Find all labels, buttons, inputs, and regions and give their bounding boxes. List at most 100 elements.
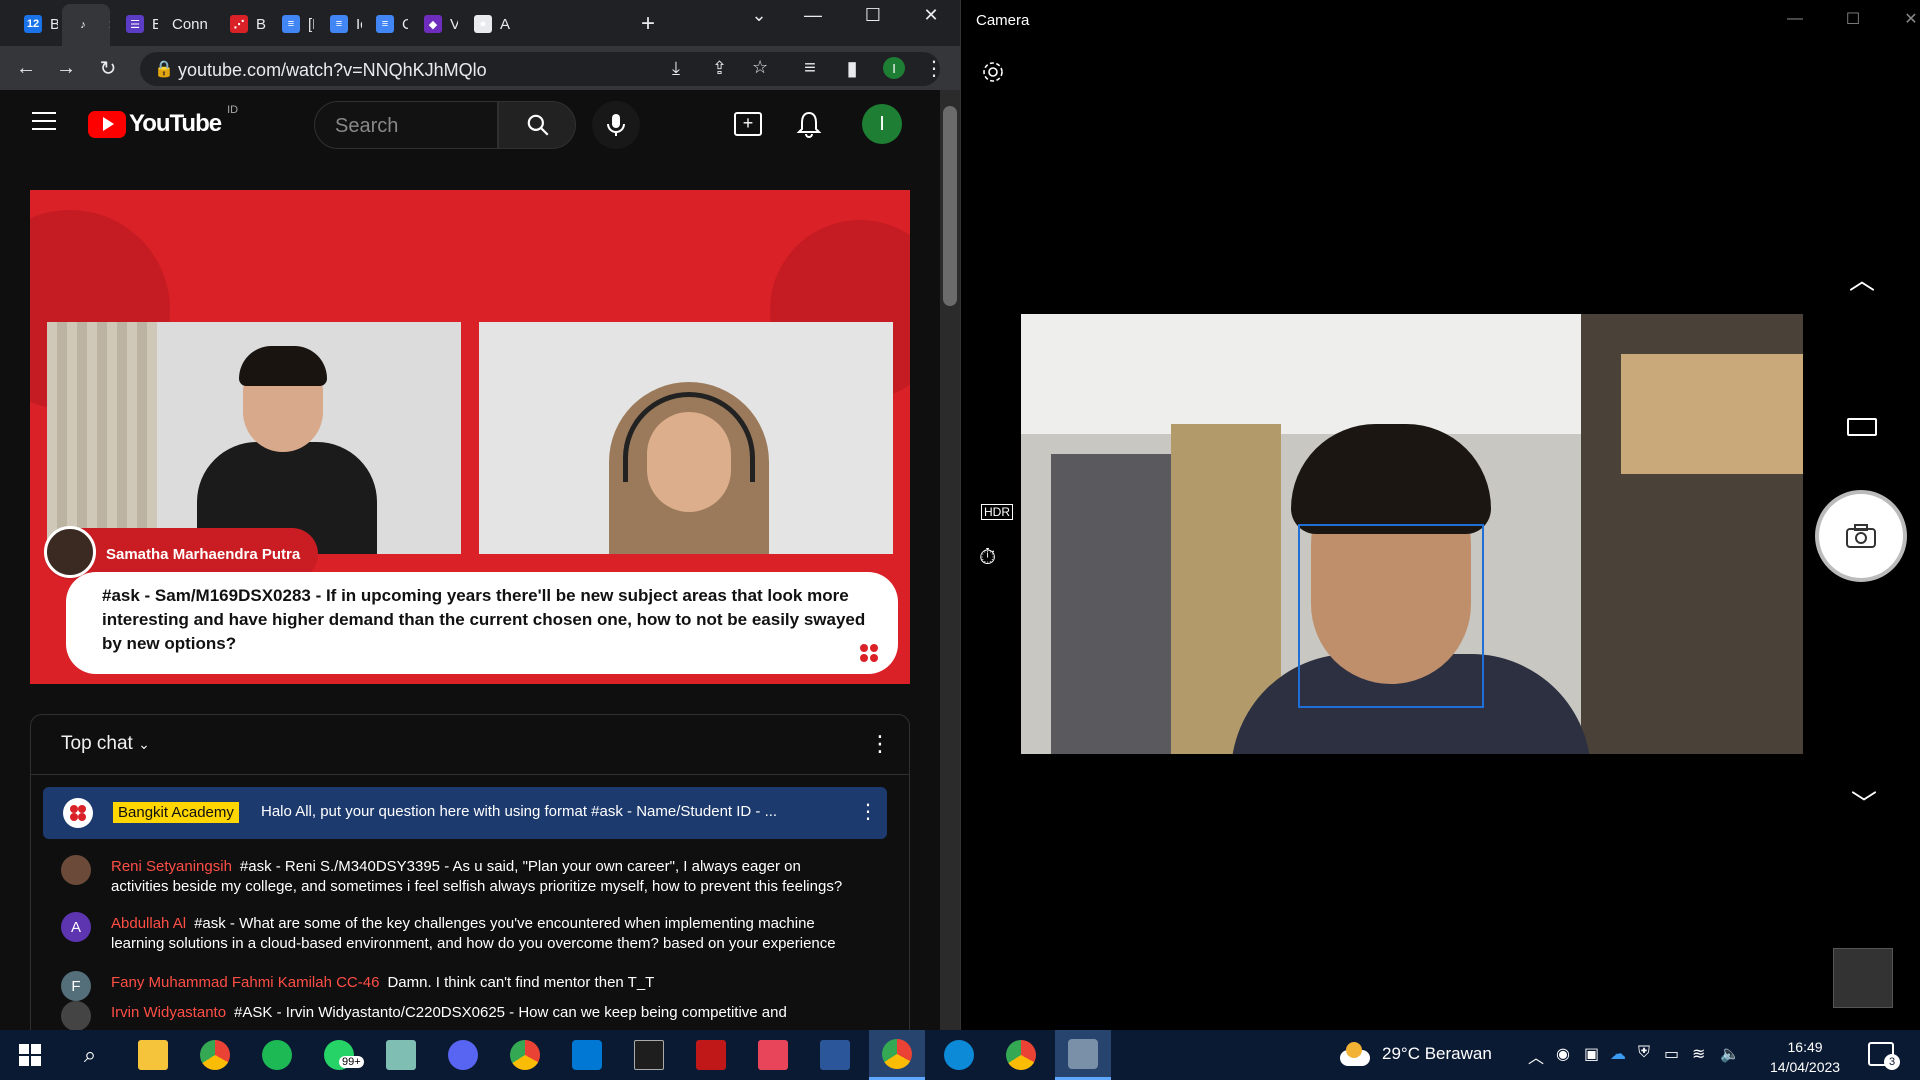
chat-author-name[interactable]: Abdullah Al: [111, 915, 186, 932]
take-photo-button[interactable]: [1815, 490, 1907, 582]
chrome-second-profile-app[interactable]: [993, 1030, 1049, 1080]
volume-icon[interactable]: 🔈: [1720, 1044, 1740, 1064]
camera-close-button[interactable]: ✕: [1891, 8, 1920, 30]
camera-app[interactable]: [1055, 1030, 1111, 1080]
chat-author-avatar[interactable]: A: [61, 912, 91, 942]
voice-search-button[interactable]: [592, 101, 640, 149]
battery-icon[interactable]: ▭: [1664, 1044, 1679, 1064]
profile-avatar[interactable]: I: [880, 54, 908, 82]
tab-favicon-icon: ≡: [330, 15, 348, 33]
chat-message[interactable]: Reni Setyaningsih #ask - Reni S./M340DSY3…: [111, 857, 851, 897]
youtube-logo[interactable]: YouTube ID: [88, 104, 238, 138]
onedrive-icon[interactable]: ☁: [1610, 1044, 1626, 1064]
browser-tab[interactable]: ⋰ B: [218, 6, 266, 42]
browser-tab[interactable]: ◆ V: [412, 6, 458, 42]
scrollbar-thumb[interactable]: [943, 106, 957, 306]
browser-tab[interactable]: ☰ B: [114, 6, 158, 42]
search-input[interactable]: Search: [314, 101, 498, 149]
tab-close-icon[interactable]: ✕: [108, 18, 110, 32]
install-icon[interactable]: ⤓: [672, 58, 680, 79]
snipping-tool-app[interactable]: [745, 1030, 801, 1080]
maximize-button[interactable]: ☐: [850, 0, 896, 30]
reload-icon[interactable]: ↻: [94, 54, 122, 82]
chat-author-avatar[interactable]: [61, 1001, 91, 1030]
record-icon[interactable]: ◉: [1556, 1044, 1570, 1064]
chrome-active-app[interactable]: [869, 1030, 925, 1080]
chrome-app[interactable]: [187, 1030, 243, 1080]
chevron-up-icon[interactable]: ︿: [1849, 260, 1875, 297]
tab-search-icon[interactable]: ⌄: [736, 0, 782, 30]
start-button[interactable]: [2, 1030, 58, 1080]
chat-menu-kebab-icon[interactable]: ⋮: [869, 731, 891, 757]
notification-center-icon[interactable]: 3: [1868, 1042, 1900, 1070]
browser-tab[interactable]: ≡ [E: [270, 6, 314, 42]
chevron-down-icon[interactable]: ﹀: [1851, 784, 1877, 821]
file-explorer-app[interactable]: [125, 1030, 181, 1080]
video-mode-icon[interactable]: [1847, 418, 1877, 436]
side-panel-icon[interactable]: ▮: [838, 54, 866, 82]
reading-list-icon[interactable]: ≡: [796, 54, 824, 82]
back-icon[interactable]: ←: [12, 54, 40, 82]
browser-tab[interactable]: Conn: [160, 6, 216, 42]
spotify-app[interactable]: [249, 1030, 305, 1080]
chat-author-name[interactable]: Irvin Widyastanto: [111, 1004, 226, 1021]
video-player[interactable]: Samatha Marhaendra Putra #ask - Sam/M169…: [30, 190, 910, 684]
chat-author-name[interactable]: Reni Setyaningsih: [111, 858, 232, 875]
chat-message[interactable]: Irvin Widyastanto #ASK - Irvin Widyastant…: [111, 1003, 851, 1023]
new-tab-button[interactable]: +: [635, 6, 667, 42]
word-app[interactable]: [807, 1030, 863, 1080]
account-avatar[interactable]: I: [862, 104, 902, 144]
whatsapp-app[interactable]: 99+: [311, 1030, 367, 1080]
timer-icon[interactable]: ⏱: [979, 544, 996, 570]
chat-author-avatar[interactable]: F: [61, 971, 91, 1001]
mcafee-app[interactable]: [683, 1030, 739, 1080]
windows-taskbar: ⌕ 99+ 29°C Berawan ︿ ◉ ▣ ☁ ⛨ ▭ ≋ 🔈 16:49…: [0, 1030, 1920, 1080]
chat-message[interactable]: Abdullah Al #ask - What are some of the k…: [111, 914, 851, 954]
browser-tab[interactable]: ≡ C: [364, 6, 408, 42]
close-button[interactable]: ✕: [908, 0, 954, 30]
chrome-profile-app[interactable]: [497, 1030, 553, 1080]
chat-author-avatar[interactable]: [61, 855, 91, 885]
browser-tab[interactable]: ≡ Ic: [318, 6, 362, 42]
wifi-icon[interactable]: ≋: [1692, 1044, 1705, 1064]
bookmark-star-icon[interactable]: ☆: [752, 57, 768, 78]
meet-now-icon[interactable]: ▣: [1584, 1044, 1599, 1064]
menu-kebab-icon[interactable]: ⋮: [920, 54, 948, 82]
share-icon[interactable]: ⇪: [712, 58, 727, 79]
camera-minimize-button[interactable]: —: [1775, 8, 1815, 30]
vscode-app[interactable]: [559, 1030, 615, 1080]
tab-favicon-icon: ≡: [376, 15, 394, 33]
notifications-bell-icon[interactable]: [796, 110, 822, 138]
owner-author-badge[interactable]: Bangkit Academy: [113, 802, 239, 823]
forward-icon[interactable]: →: [52, 54, 80, 82]
edge-app[interactable]: [931, 1030, 987, 1080]
search-taskbar-button[interactable]: ⌕: [62, 1030, 118, 1080]
url-text[interactable]: youtube.com/watch?v=NNQhKJhMQlo: [178, 60, 487, 81]
chat-message[interactable]: Fany Muhammad Fahmi Kamilah CC-46 Damn. I…: [111, 973, 851, 993]
search-button[interactable]: [498, 101, 576, 149]
pinned-message[interactable]: Bangkit Academy Halo All, put your quest…: [43, 787, 887, 839]
camera-maximize-button[interactable]: ☐: [1833, 8, 1873, 30]
weather-text[interactable]: 29°C Berawan: [1382, 1044, 1492, 1064]
minimize-button[interactable]: —: [790, 0, 836, 30]
hdr-icon[interactable]: HDR: [981, 504, 1013, 520]
create-video-icon[interactable]: +: [734, 112, 762, 136]
discord-app[interactable]: [435, 1030, 491, 1080]
terminal-app[interactable]: [621, 1030, 677, 1080]
browser-tab[interactable]: 12 B: [12, 6, 58, 42]
page-scrollbar[interactable]: [940, 90, 960, 1030]
snipping-tool-icon: [758, 1040, 788, 1070]
browser-tab[interactable]: ♪✕: [62, 4, 110, 46]
security-icon[interactable]: ⛨: [1638, 1044, 1650, 1062]
settings-gear-icon[interactable]: [981, 60, 1005, 84]
photo-thumbnail[interactable]: [1833, 948, 1893, 1008]
pinned-menu-kebab-icon[interactable]: ⋮: [858, 799, 878, 824]
tab-label: B: [50, 15, 58, 33]
chat-author-name[interactable]: Fany Muhammad Fahmi Kamilah CC-46: [111, 974, 379, 991]
notes-app[interactable]: [373, 1030, 429, 1080]
browser-tab[interactable]: ● A: [462, 6, 518, 42]
clock[interactable]: 16:49 14/04/2023: [1770, 1037, 1840, 1077]
tray-chevron-up-icon[interactable]: ︿: [1528, 1044, 1544, 1068]
chat-mode-dropdown[interactable]: Top chat ⌄: [61, 733, 150, 755]
hamburger-menu-icon[interactable]: [32, 112, 56, 130]
